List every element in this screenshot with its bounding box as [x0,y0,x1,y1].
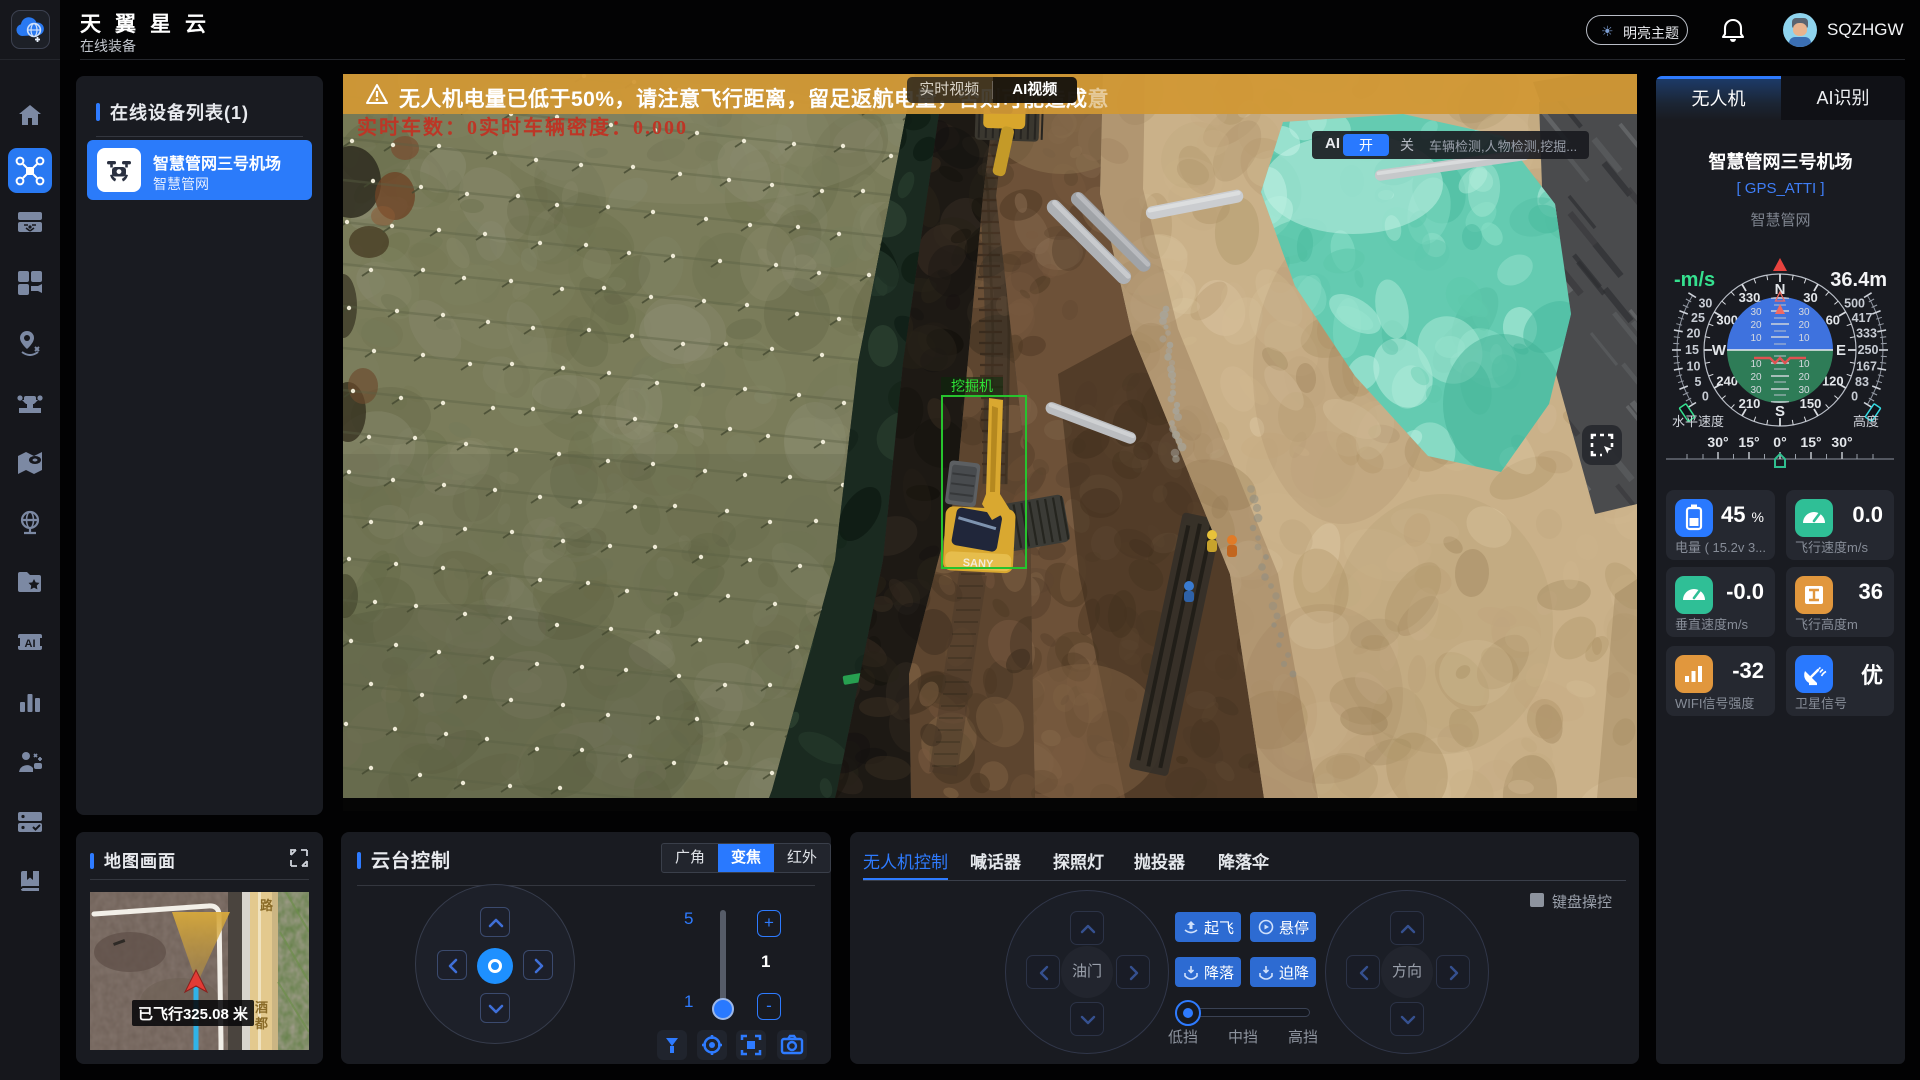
svg-text:30: 30 [1750,385,1762,396]
svg-text:-m/s: -m/s [1674,269,1715,291]
svg-text:10: 10 [1798,333,1810,344]
svg-text:已飞行325.08 米: 已飞行325.08 米 [138,1005,249,1023]
svg-text:10: 10 [1750,333,1762,344]
svg-text:高度: 高度 [1853,414,1879,429]
svg-text:30: 30 [1798,385,1810,396]
svg-text:0: 0 [1702,390,1709,404]
svg-text:水平速度: 水平速度 [1672,414,1724,429]
svg-text:15: 15 [1685,343,1699,357]
svg-text:417: 417 [1852,311,1873,325]
svg-text:10: 10 [1687,359,1701,373]
svg-text:30: 30 [1803,290,1817,305]
svg-text:36.4m: 36.4m [1830,269,1887,291]
svg-text:W: W [1712,342,1727,359]
svg-text:150: 150 [1800,396,1822,411]
svg-text:10: 10 [1798,359,1810,370]
svg-text:20: 20 [1687,327,1701,341]
svg-text:20: 20 [1750,372,1762,383]
svg-text:30: 30 [1698,296,1712,310]
svg-text:AI: AI [25,638,36,650]
svg-text:N: N [1775,281,1786,298]
svg-text:E: E [1836,342,1846,359]
svg-text:20: 20 [1798,372,1810,383]
svg-text:30°: 30° [1707,434,1728,450]
svg-text:333: 333 [1856,327,1877,341]
svg-text:210: 210 [1739,396,1761,411]
svg-text:15°: 15° [1800,434,1821,450]
svg-text:25: 25 [1691,311,1705,325]
svg-text:0: 0 [1851,390,1858,404]
svg-text:83: 83 [1855,375,1869,389]
svg-text:167: 167 [1856,359,1877,373]
svg-text:20: 20 [1798,320,1810,331]
svg-text:10: 10 [1750,359,1762,370]
svg-text:20: 20 [1750,320,1762,331]
svg-text:250: 250 [1858,343,1879,357]
svg-text:路: 路 [260,898,274,913]
svg-text:60: 60 [1826,313,1840,328]
svg-text:500: 500 [1844,296,1865,310]
svg-text:酒: 酒 [255,1000,268,1015]
svg-text:0°: 0° [1773,434,1786,450]
svg-text:30: 30 [1750,307,1762,318]
svg-text:都: 都 [254,1016,268,1031]
svg-text:30°: 30° [1831,434,1852,450]
svg-text:15°: 15° [1738,434,1759,450]
svg-text:5: 5 [1695,375,1702,389]
svg-text:30: 30 [1798,307,1810,318]
svg-text:S: S [1775,403,1785,420]
